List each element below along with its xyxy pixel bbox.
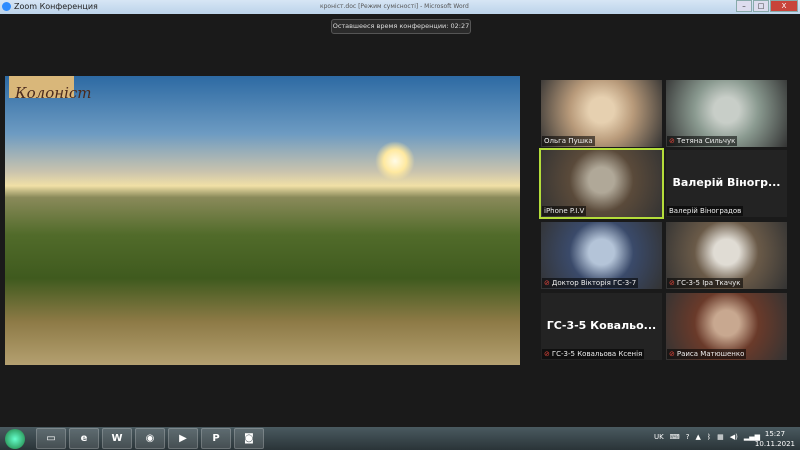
- participant-name: ГС-3-5 Ковальова Ксенія: [551, 350, 643, 358]
- participant-name: Тетяна Сильчук: [676, 137, 736, 145]
- taskbar: ▭ e W ◉ ▶ P ◙ UK ⌨ ? ▲ ᛒ ▦ ◀) ▂▄▆ 15:27 10.11.2…: [0, 427, 800, 450]
- show-hidden-icons[interactable]: ▲: [696, 433, 701, 441]
- clock-time: 15:27: [764, 430, 786, 438]
- taskbar-chrome-button[interactable]: ◉: [135, 428, 165, 449]
- minimize-button[interactable]: –: [736, 0, 752, 12]
- taskbar-zoom-button[interactable]: ◙: [234, 428, 264, 449]
- maximize-button[interactable]: □: [753, 0, 769, 12]
- start-button[interactable]: [5, 429, 25, 449]
- participant-tile[interactable]: ⊘ Раиса Матюшенко: [666, 293, 787, 360]
- keyboard-icon[interactable]: ⌨: [670, 433, 680, 441]
- language-indicator[interactable]: UK: [654, 433, 664, 441]
- participant-tile[interactable]: ⊘ Тетяна Сильчук: [666, 80, 787, 147]
- bluetooth-icon[interactable]: ᛒ: [707, 433, 711, 441]
- participant-label: iPhone P.I.V: [542, 206, 587, 216]
- taskbar-explorer-button[interactable]: ▭: [36, 428, 66, 449]
- help-icon[interactable]: ?: [686, 433, 690, 441]
- participant-label: ⊘ Тетяна Сильчук: [667, 136, 738, 146]
- close-button[interactable]: X: [770, 0, 798, 12]
- participant-label: ⊘ ГС-3-5 Ковальова Ксенія: [542, 349, 645, 359]
- muted-mic-icon: ⊘: [544, 279, 550, 287]
- system-tray: UK ⌨ ? ▲ ᛒ ▦ ◀) ▂▄▆: [654, 433, 760, 441]
- window-title: Zoom Конференция: [14, 2, 98, 11]
- clock-date: 10.11.2021: [754, 440, 795, 448]
- zoom-icon: [2, 2, 11, 11]
- participant-name-large: Валерій Віногр...: [672, 176, 781, 189]
- muted-mic-icon: ⊘: [669, 350, 675, 358]
- volume-icon[interactable]: ◀): [730, 433, 738, 441]
- shared-screen: Колоніст: [5, 76, 520, 365]
- participant-tile[interactable]: iPhone P.I.V: [539, 148, 664, 219]
- participant-tile[interactable]: Валерій Віногр... Валерій Віноградов: [666, 150, 787, 217]
- participant-label: ⊘ Раиса Матюшенко: [667, 349, 747, 359]
- app-title: Zoom Конференция: [2, 2, 98, 11]
- participant-label: Валерій Віноградов: [667, 206, 744, 216]
- participant-label: ⊘ ГС-3-5 Іра Ткачук: [667, 278, 743, 288]
- participant-name: Ольга Пушка: [544, 137, 593, 145]
- taskbar-word-button[interactable]: W: [102, 428, 132, 449]
- participant-name: ГС-3-5 Іра Ткачук: [676, 279, 741, 287]
- meeting-time-remaining: Оставшееся время конференции: 02:27: [331, 19, 471, 34]
- participant-tile[interactable]: ⊘ Доктор Вікторія ГС-3-7: [541, 222, 662, 289]
- muted-mic-icon: ⊘: [669, 137, 675, 145]
- participant-label: Ольга Пушка: [542, 136, 595, 146]
- clock[interactable]: 15:27 10.11.2021: [755, 429, 795, 449]
- participant-tile[interactable]: ГС-3-5 Ковальо... ⊘ ГС-3-5 Ковальова Ксені…: [541, 293, 662, 360]
- participant-name: Доктор Вікторія ГС-3-7: [551, 279, 637, 287]
- participant-name: Валерій Віноградов: [669, 207, 742, 215]
- muted-mic-icon: ⊘: [669, 279, 675, 287]
- sun-image: [375, 141, 415, 181]
- logo-text: Колоніст: [15, 84, 92, 102]
- participant-name: Раиса Матюшенко: [676, 350, 745, 358]
- participant-name-large: ГС-3-5 Ковальо...: [546, 319, 657, 332]
- background-window-title: кроніст.doc [Режим сумісності] - Microso…: [320, 3, 469, 10]
- muted-mic-icon: ⊘: [544, 350, 550, 358]
- taskbar-internet-explorer-button[interactable]: e: [69, 428, 99, 449]
- taskbar-powerpoint-button[interactable]: P: [201, 428, 231, 449]
- participant-name: iPhone P.I.V: [544, 207, 585, 215]
- network-icon[interactable]: ▦: [717, 433, 724, 441]
- participant-label: ⊘ Доктор Вікторія ГС-3-7: [542, 278, 639, 288]
- title-bar: Zoom Конференция кроніст.doc [Режим сумі…: [0, 0, 800, 14]
- taskbar-media-player-button[interactable]: ▶: [168, 428, 198, 449]
- participant-tile[interactable]: Ольга Пушка: [541, 80, 662, 147]
- participant-tile[interactable]: ⊘ ГС-3-5 Іра Ткачук: [666, 222, 787, 289]
